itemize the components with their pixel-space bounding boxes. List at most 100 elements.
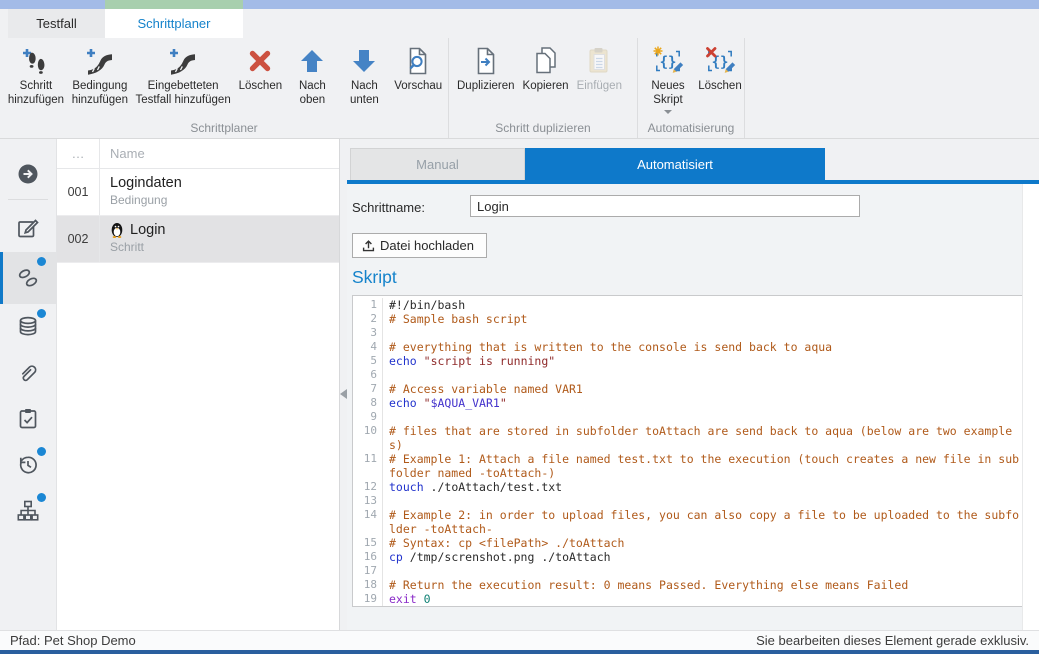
token-plain bbox=[417, 396, 424, 410]
step-list: … Name 001LogindatenBedingung002LoginSch… bbox=[57, 139, 340, 630]
delete-step-button[interactable]: Löschen bbox=[234, 42, 286, 96]
token-num: 0 bbox=[424, 592, 431, 606]
code-line: 15# Syntax: cp <filePath> ./toAttach bbox=[353, 536, 1022, 550]
code-line: 8echo "$AQUA_VAR1" bbox=[353, 396, 1022, 410]
sidebar-item-steps[interactable] bbox=[0, 252, 56, 304]
collapse-arrow-icon[interactable] bbox=[340, 389, 347, 399]
line-number: 7 bbox=[353, 382, 383, 396]
step-row-name: Logindaten bbox=[110, 175, 339, 191]
delete-x-icon bbox=[243, 44, 277, 78]
history-icon bbox=[15, 452, 41, 478]
sitemap-icon bbox=[15, 498, 41, 524]
code-line-content bbox=[389, 564, 1022, 578]
window-bottom-accent bbox=[0, 650, 1039, 654]
ribbon-group-1: SchritthinzufügenBedingunghinzufügenEing… bbox=[0, 38, 449, 138]
code-line-content: # files that are stored in subfolder toA… bbox=[389, 424, 1022, 452]
code-line-content bbox=[389, 326, 1022, 340]
token-str: "script is running" bbox=[424, 354, 556, 368]
step-list-header: … Name bbox=[57, 139, 339, 169]
upload-button-label: Datei hochladen bbox=[380, 238, 474, 253]
token-com: # Return the execution result: 0 means P… bbox=[389, 578, 908, 592]
editor-panel: Manual Automatisiert Schrittname: Datei … bbox=[347, 139, 1039, 630]
code-line-content: # everything that is written to the cons… bbox=[389, 340, 1022, 354]
token-var: $AQUA_VAR1 bbox=[431, 396, 500, 410]
ribbon-group-3: {}NeuesSkript{}LöschenAutomatisierung bbox=[638, 38, 745, 138]
paperclip-icon bbox=[15, 360, 41, 386]
move-down-button[interactable]: Nachunten bbox=[338, 42, 390, 109]
token-plain: ./toAttach/test.txt bbox=[424, 480, 562, 494]
upload-file-button[interactable]: Datei hochladen bbox=[352, 233, 487, 258]
add-step-button[interactable]: Schritthinzufügen bbox=[4, 42, 68, 109]
code-line: 12touch ./toAttach/test.txt bbox=[353, 480, 1022, 494]
preview-button[interactable]: Vorschau bbox=[390, 42, 446, 96]
schrittname-input[interactable] bbox=[470, 195, 860, 217]
line-number: 6 bbox=[353, 368, 383, 382]
token-com: # Example 2: in order to upload files, y… bbox=[389, 508, 1019, 536]
sidebar bbox=[0, 139, 57, 630]
code-line-content: echo "$AQUA_VAR1" bbox=[389, 396, 1022, 410]
panel-splitter[interactable] bbox=[340, 139, 347, 630]
sidebar-item-history[interactable] bbox=[0, 442, 56, 488]
step-row-001[interactable]: 001LogindatenBedingung bbox=[57, 169, 339, 216]
script-heading: Skript bbox=[352, 267, 397, 288]
code-line-content: exit 0 bbox=[389, 592, 1022, 606]
ribbon-group-label: Automatisierung bbox=[638, 121, 744, 135]
tab-automatisiert[interactable]: Automatisiert bbox=[525, 148, 825, 180]
token-kw: cp bbox=[389, 550, 403, 564]
sidebar-item-edit[interactable] bbox=[0, 206, 56, 252]
paste-button[interactable]: Einfügen bbox=[573, 42, 626, 96]
add-embedded-testcase-button[interactable]: EingebettetenTestfall hinzufügen bbox=[132, 42, 235, 109]
arrow-down-icon bbox=[347, 44, 381, 78]
paste-icon bbox=[582, 44, 616, 78]
script-delete-icon: {} bbox=[703, 44, 737, 78]
sidebar-item-collapse-panel[interactable] bbox=[0, 151, 56, 197]
tab-testfall[interactable]: Testfall bbox=[8, 9, 105, 38]
add-condition-button[interactable]: Bedingunghinzufügen bbox=[68, 42, 132, 109]
move-up-button[interactable]: Nachoben bbox=[286, 42, 338, 109]
code-line-content: # Sample bash script bbox=[389, 312, 1022, 326]
new-script-button[interactable]: {}NeuesSkript bbox=[642, 42, 694, 116]
line-number: 1 bbox=[353, 298, 383, 312]
code-line: 19exit 0 bbox=[353, 592, 1022, 606]
duplicate-icon bbox=[469, 44, 503, 78]
copy-button[interactable]: Kopieren bbox=[519, 42, 573, 96]
token-com: # Sample bash script bbox=[389, 312, 527, 326]
code-line: 11# Example 1: Attach a file named test.… bbox=[353, 452, 1022, 480]
duplicate-button[interactable]: Duplizieren bbox=[453, 42, 519, 96]
line-number: 3 bbox=[353, 326, 383, 340]
code-line: 17 bbox=[353, 564, 1022, 578]
script-code-editor[interactable]: 1#!/bin/bash2# Sample bash script34# eve… bbox=[352, 295, 1023, 607]
sidebar-item-data[interactable] bbox=[0, 304, 56, 350]
sidebar-item-requirements[interactable] bbox=[0, 396, 56, 442]
code-line-content: # Access variable named VAR1 bbox=[389, 382, 1022, 396]
token-com: # Example 1: Attach a file named test.tx… bbox=[389, 452, 1019, 480]
code-line-content: echo "script is running" bbox=[389, 354, 1022, 368]
code-line: 13 bbox=[353, 494, 1022, 508]
sidebar-item-attachments[interactable] bbox=[0, 350, 56, 396]
line-number: 11 bbox=[353, 452, 383, 480]
token-str: " bbox=[500, 396, 507, 410]
ribbon-group-label: Schrittplaner bbox=[0, 121, 448, 135]
footprints-add-icon bbox=[19, 44, 53, 78]
token-plain: #!/bin/bash bbox=[389, 298, 465, 312]
step-row-type: Schritt bbox=[110, 240, 339, 254]
ribbon-button-label: Duplizieren bbox=[457, 80, 515, 94]
delete-script-button[interactable]: {}Löschen bbox=[694, 42, 746, 96]
tab-schrittplaner[interactable]: Schrittplaner bbox=[105, 9, 243, 38]
clipboard-check-icon bbox=[15, 406, 41, 432]
step-row-type: Bedingung bbox=[110, 193, 339, 207]
line-number: 18 bbox=[353, 578, 383, 592]
tab-manual[interactable]: Manual bbox=[350, 148, 525, 180]
dropdown-caret-icon bbox=[664, 110, 672, 114]
notification-badge bbox=[37, 257, 46, 266]
window-tabrow: Testfall Schrittplaner bbox=[0, 9, 1039, 38]
statusbar: Pfad: Pet Shop Demo Sie bearbeiten diese… bbox=[0, 630, 1039, 650]
line-number: 15 bbox=[353, 536, 383, 550]
branch-add-icon bbox=[166, 44, 200, 78]
line-number: 16 bbox=[353, 550, 383, 564]
sidebar-item-dependencies[interactable] bbox=[0, 488, 56, 534]
step-row-002[interactable]: 002LoginSchritt bbox=[57, 216, 339, 263]
ribbon-button-label: NeuesSkript bbox=[651, 80, 684, 107]
scrollbar-track[interactable] bbox=[1022, 184, 1039, 630]
ribbon-button-label: Bedingunghinzufügen bbox=[72, 80, 128, 107]
